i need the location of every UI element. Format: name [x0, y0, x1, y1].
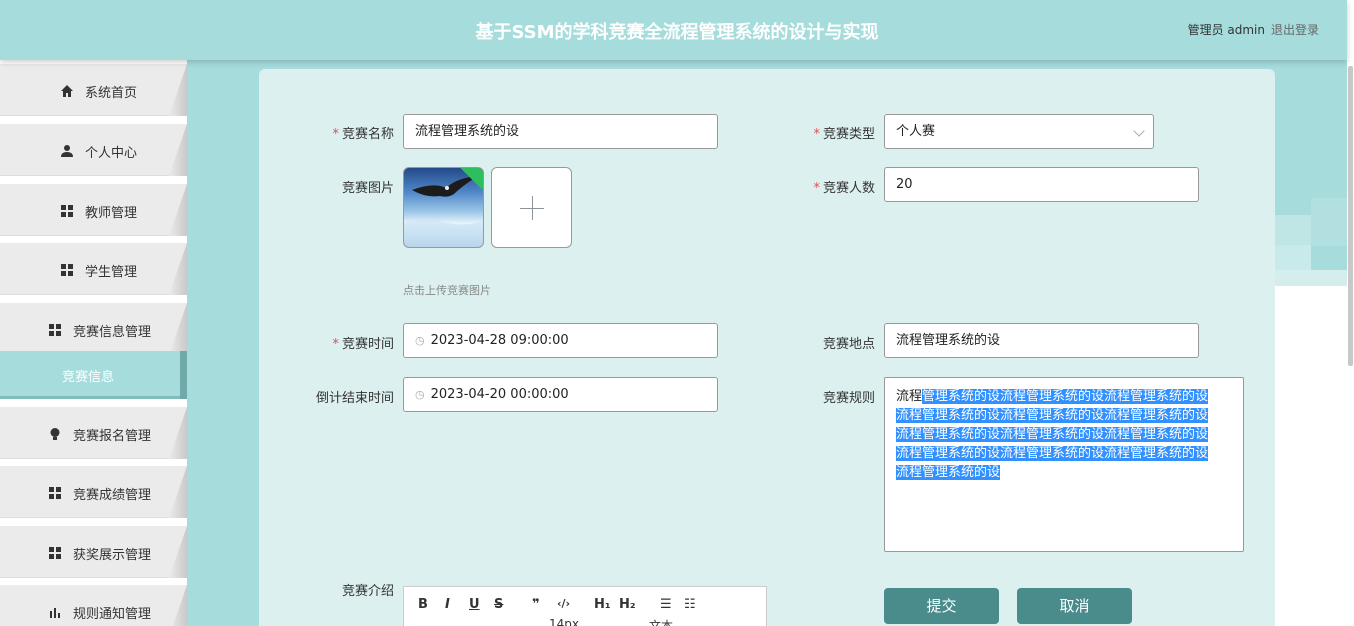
competition-type-label: * 竞赛类型: [813, 127, 875, 142]
scrollbar-thumb[interactable]: [1348, 66, 1353, 366]
quote-button[interactable]: ❞: [532, 597, 540, 612]
grid-icon: [49, 324, 61, 336]
sidebar-item-teachers[interactable]: 教师管理: [0, 184, 187, 236]
upload-image-button[interactable]: [491, 167, 572, 248]
grid-icon: [61, 264, 73, 276]
bg-white-area: [1275, 286, 1347, 626]
app-header: 基于SSM的学科竞赛全流程管理系统的设计与实现 管理员 admin 退出登录: [0, 0, 1347, 60]
app-title: 基于SSM的学科竞赛全流程管理系统的设计与实现: [475, 22, 879, 43]
current-user: 管理员 admin: [1187, 23, 1265, 37]
sidebar-item-students[interactable]: 学生管理: [0, 243, 187, 295]
competition-rules-textarea[interactable]: 流程管理系统的设流程管理系统的设流程管理系统的设 流程管理系统的设流程管理系统的…: [884, 377, 1244, 552]
sidebar-item-profile[interactable]: 个人中心: [0, 124, 187, 176]
bg-decoration: [1275, 270, 1347, 286]
sidebar-item-competition-info[interactable]: 竞赛信息: [0, 351, 187, 399]
user-icon: [60, 144, 74, 158]
ordered-list-icon[interactable]: ☰: [660, 597, 672, 612]
uploaded-image-thumbnail[interactable]: [403, 167, 484, 248]
grid-icon: [49, 487, 61, 499]
participant-count-input[interactable]: 20: [884, 167, 1199, 202]
strike-button[interactable]: S: [494, 597, 503, 612]
bulb-icon: [48, 427, 62, 441]
countdown-end-label: 倒计结束时间: [315, 391, 394, 406]
page-scrollbar[interactable]: [1347, 0, 1354, 626]
rich-text-editor[interactable]: B I U S ❞ ‹/› H₁ H₂ ☰ ☷ 14px 文本: [403, 586, 767, 626]
submit-button[interactable]: 提交: [884, 588, 999, 624]
sidebar-item-competition-info-mgmt[interactable]: 竞赛信息管理: [0, 303, 187, 355]
upload-hint: 点击上传竞赛图片: [403, 284, 491, 297]
code-button[interactable]: ‹/›: [557, 597, 570, 610]
sidebar-item-rules[interactable]: 规则通知管理: [0, 585, 187, 626]
competition-place-input[interactable]: 流程管理系统的设: [884, 323, 1199, 358]
bg-decoration: [1311, 198, 1347, 246]
h1-button[interactable]: H₁: [594, 597, 611, 612]
competition-place-label: 竞赛地点: [822, 337, 875, 352]
participant-count-label: * 竞赛人数: [813, 181, 875, 196]
competition-intro-label: 竞赛介绍: [341, 584, 394, 599]
italic-button[interactable]: I: [445, 597, 450, 612]
sidebar-item-awards[interactable]: 获奖展示管理: [0, 526, 187, 578]
grid-icon: [61, 205, 73, 217]
grid-icon: [49, 547, 61, 559]
sidebar-item-registration[interactable]: 竞赛报名管理: [0, 407, 187, 459]
competition-rules-label: 竞赛规则: [822, 391, 875, 406]
sidebar-item-home[interactable]: 系统首页: [0, 64, 187, 116]
clock-icon: ◷: [415, 388, 425, 401]
bar-chart-icon: [48, 605, 62, 619]
competition-name-label: * 竞赛名称: [332, 127, 394, 142]
logout-link[interactable]: 退出登录: [1271, 21, 1319, 38]
underline-button[interactable]: U: [469, 597, 480, 612]
sidebar-item-scores[interactable]: 竞赛成绩管理: [0, 466, 187, 518]
competition-name-input[interactable]: 流程管理系统的设: [403, 114, 718, 149]
chevron-down-icon: [1133, 125, 1145, 137]
competition-time-label: * 竞赛时间: [332, 337, 394, 352]
cancel-button[interactable]: 取消: [1017, 588, 1132, 624]
bullet-list-icon[interactable]: ☷: [684, 597, 696, 612]
countdown-end-picker[interactable]: ◷ 2023-04-20 00:00:00: [403, 377, 718, 412]
text-style-select[interactable]: 文本: [649, 617, 673, 626]
clock-icon: ◷: [415, 334, 425, 347]
h2-button[interactable]: H₂: [619, 597, 636, 612]
sidebar: 系统首页 个人中心 教师管理 学生管理 竞赛信息管理 竞赛信息 竞赛报名管理 竞…: [0, 60, 187, 626]
bg-decoration: [1275, 245, 1311, 270]
competition-time-picker[interactable]: ◷ 2023-04-28 09:00:00: [403, 323, 718, 358]
font-size-select[interactable]: 14px: [549, 617, 579, 626]
competition-image-label: 竞赛图片: [341, 181, 394, 196]
home-icon: [60, 84, 74, 98]
competition-type-select[interactable]: 个人赛: [884, 114, 1154, 149]
bold-button[interactable]: B: [418, 597, 428, 612]
